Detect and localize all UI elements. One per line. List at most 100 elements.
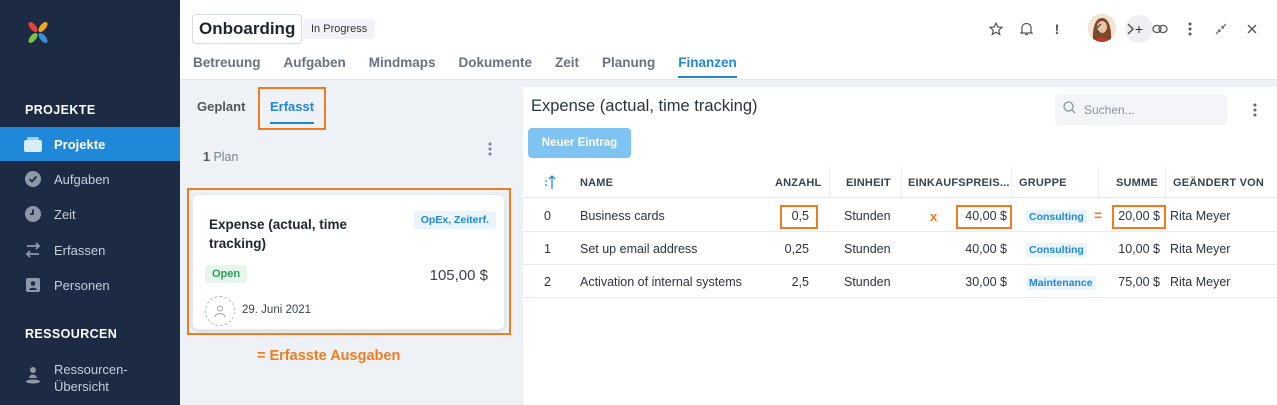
contact-icon — [24, 276, 42, 294]
row-sum: 75,00 $ — [1118, 275, 1160, 289]
sidebar-item-personen[interactable]: Personen — [0, 268, 180, 302]
column-divider — [901, 167, 902, 198]
column-header-summe[interactable]: SUMME — [1116, 177, 1158, 189]
tab-mindmaps[interactable]: Mindmaps — [369, 55, 436, 78]
section-title-projekte: PROJEKTE — [25, 103, 96, 117]
project-tabs: Betreuung Aufgaben Mindmaps Dokumente Ze… — [193, 55, 760, 78]
annotation-text: = Erfasste Ausgaben — [257, 348, 401, 364]
plan-count: 1 Plan — [203, 150, 238, 164]
column-header-gruppe[interactable]: GRUPPE — [1019, 177, 1067, 189]
table-row[interactable]: 2 Activation of internal systems 2,5 Stu… — [523, 265, 1277, 298]
tab-finanzen[interactable]: Finanzen — [678, 55, 737, 78]
search-icon — [1063, 100, 1076, 119]
row-qty: 0,5 — [791, 209, 809, 223]
check-circle-icon — [24, 170, 42, 188]
subtab-erfasst[interactable]: Erfasst — [270, 99, 315, 124]
row-price: 30,00 $ — [965, 275, 1007, 289]
row-changed-by: Rita Meyer — [1170, 242, 1231, 256]
row-name: Set up email address — [580, 242, 698, 256]
column-header-anzahl[interactable]: ANZAHL — [775, 177, 821, 189]
assignee-avatar-icon[interactable] — [205, 296, 235, 326]
tab-planung[interactable]: Planung — [602, 55, 655, 78]
plan-count-number: 1 — [203, 150, 210, 164]
new-entry-button[interactable]: Neuer Eintrag — [528, 128, 631, 158]
sidebar-item-projekte[interactable]: Projekte — [0, 127, 180, 161]
tab-aufgaben[interactable]: Aufgaben — [284, 55, 346, 78]
column-divider — [1011, 167, 1012, 198]
row-index: 0 — [544, 209, 551, 223]
sidebar-item-label: Aufgaben — [54, 171, 110, 187]
tab-zeit[interactable]: Zeit — [555, 55, 579, 78]
column-header-einkaufspreis[interactable]: EINKAUFSPREIS... — [908, 177, 1010, 189]
table-row[interactable]: 1 Set up email address 0,25 Stunden 40,0… — [523, 232, 1277, 265]
star-icon[interactable] — [985, 18, 1007, 40]
status-badge[interactable]: In Progress — [303, 19, 376, 39]
detail-title: Expense (actual, time tracking) — [531, 97, 758, 115]
person-pin-icon — [24, 366, 42, 384]
app-logo-icon[interactable] — [26, 20, 50, 46]
project-header: Onboarding In Progress Betreuung Aufgabe… — [180, 0, 1277, 80]
plan-count-label: Plan — [213, 150, 239, 164]
sidebar-item-label: Projekte — [54, 136, 106, 152]
subtab-geplant[interactable]: Geplant — [197, 99, 245, 114]
row-sum: 10,00 $ — [1118, 242, 1160, 256]
project-title[interactable]: Onboarding — [192, 14, 303, 44]
row-price: 40,00 $ — [965, 209, 1007, 223]
sidebar-item-label: Erfassen — [54, 242, 106, 258]
chevron-right-icon[interactable] — [1119, 18, 1141, 40]
plans-more-icon[interactable] — [488, 142, 492, 161]
alert-icon[interactable]: ! — [1046, 18, 1068, 40]
sidebar-item-aufgaben[interactable]: Aufgaben — [0, 162, 180, 196]
search-input[interactable] — [1084, 102, 1214, 117]
sidebar-item-erfassen[interactable]: Erfassen — [0, 233, 180, 267]
row-unit: Stunden — [844, 275, 891, 289]
column-divider — [1098, 167, 1099, 198]
close-icon[interactable] — [1241, 18, 1263, 40]
sidebar-item-ressourcen-uebersicht[interactable]: Ressourcen- Übersicht — [0, 358, 180, 396]
row-qty: 0,25 — [784, 242, 809, 256]
clock-icon — [24, 205, 42, 223]
group-badge: Consulting — [1026, 210, 1087, 224]
tab-dokumente[interactable]: Dokumente — [459, 55, 533, 78]
row-sum: 20,00 $ — [1118, 209, 1160, 223]
expense-detail-panel: Expense (actual, time tracking) Neuer Ei… — [523, 87, 1277, 405]
section-title-ressourcen: RESSOURCEN — [25, 327, 118, 341]
sidebar: PROJEKTE Projekte Aufgaben Zeit Erfassen… — [0, 0, 180, 405]
expense-card[interactable]: Expense (actual, time tracking) OpEx, Ze… — [192, 194, 505, 330]
column-divider — [829, 167, 830, 198]
row-changed-by: Rita Meyer — [1170, 275, 1231, 289]
card-title: Expense (actual, time tracking) — [209, 217, 348, 251]
resource-label-line1: Ressourcen- — [54, 362, 128, 377]
more-vertical-icon[interactable] — [1179, 18, 1201, 40]
tab-betreuung[interactable]: Betreuung — [193, 55, 261, 78]
row-unit: Stunden — [844, 209, 891, 223]
collapse-icon[interactable] — [1210, 18, 1232, 40]
sidebar-item-label: Zeit — [54, 206, 76, 222]
multiply-operator: x — [930, 209, 938, 224]
column-header-einheit[interactable]: EINHEIT — [846, 177, 891, 189]
status-badge: Open — [205, 265, 248, 283]
column-header-name[interactable]: NAME — [580, 177, 613, 189]
card-date: 29. Juni 2021 — [242, 304, 312, 316]
link-icon[interactable] — [1149, 18, 1171, 40]
column-header-geaendert-von[interactable]: GEÄNDERT VON — [1173, 177, 1264, 189]
bell-icon[interactable] — [1015, 18, 1037, 40]
row-changed-by: Rita Meyer — [1170, 209, 1231, 223]
sidebar-item-label: Ressourcen- Übersicht — [54, 361, 128, 395]
row-price: 40,00 $ — [965, 242, 1007, 256]
chevron-left-icon[interactable] — [1088, 18, 1110, 40]
row-index: 2 — [544, 275, 551, 289]
plans-panel: Geplant Erfasst 1 Plan Expense (actual, … — [180, 87, 522, 405]
card-tag: OpEx, Zeiterf. — [413, 211, 496, 229]
column-divider — [1165, 167, 1166, 198]
detail-more-icon[interactable] — [1253, 103, 1257, 122]
row-unit: Stunden — [844, 242, 891, 256]
group-badge: Maintenance — [1026, 276, 1096, 290]
table-row[interactable]: 0 Business cards 0,5 Stunden 40,00 $ Con… — [523, 199, 1277, 232]
row-name: Activation of internal systems — [580, 275, 742, 289]
equals-operator: = — [1094, 207, 1103, 223]
sidebar-item-zeit[interactable]: Zeit — [0, 197, 180, 231]
sort-arrow-icon[interactable] — [543, 174, 557, 195]
row-name: Business cards — [580, 209, 665, 223]
sidebar-item-label: Personen — [54, 277, 110, 293]
